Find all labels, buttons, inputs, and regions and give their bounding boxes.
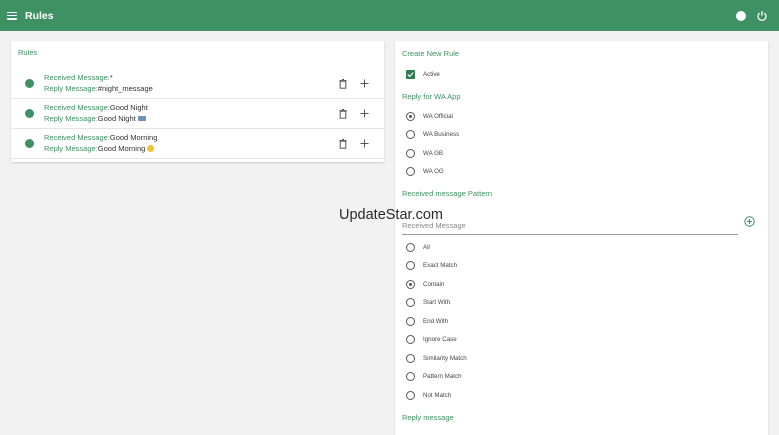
- radio-wa-official[interactable]: WA Official: [406, 111, 453, 122]
- radio-all[interactable]: All: [406, 242, 430, 253]
- radio-icon[interactable]: [406, 391, 415, 400]
- add-icon[interactable]: [360, 109, 369, 118]
- status-dot: [25, 139, 34, 148]
- radio-end-with[interactable]: End With: [406, 316, 448, 327]
- radio-label: Start With: [423, 299, 451, 306]
- add-icon[interactable]: [360, 79, 369, 88]
- reply-value: Good Morning: [97, 144, 146, 153]
- reply-value: #night_message: [97, 84, 153, 93]
- radio-icon[interactable]: [406, 243, 415, 252]
- power-icon[interactable]: [756, 10, 768, 22]
- radio-wa-og[interactable]: WA OG: [406, 166, 444, 177]
- sun-emoji-icon: [147, 145, 155, 152]
- add-circle-icon[interactable]: [744, 216, 755, 227]
- reply-value: Good Night: [97, 114, 136, 123]
- radio-label: All: [423, 244, 430, 251]
- received-label: Received Message:: [44, 103, 110, 112]
- radio-label: Contain: [423, 281, 445, 288]
- page-title: Rules: [25, 9, 54, 22]
- radio-label: Not Match: [423, 392, 452, 399]
- menu-icon[interactable]: [7, 11, 17, 20]
- reply-message-title: Reply message: [402, 413, 454, 422]
- watermark: UpdateStar.com: [339, 207, 443, 223]
- app-bar: Rules: [0, 0, 779, 31]
- trash-icon[interactable]: [339, 109, 347, 119]
- create-rule-title: Create New Rule: [402, 49, 460, 58]
- radio-contain[interactable]: Contain: [406, 279, 444, 290]
- trash-icon[interactable]: [339, 139, 347, 149]
- bed-emoji-icon: [137, 116, 146, 121]
- radio-wa-business[interactable]: WA Business: [406, 129, 459, 140]
- received-message-field[interactable]: [402, 215, 738, 235]
- radio-icon[interactable]: [406, 130, 415, 139]
- received-value: Good Night: [109, 103, 148, 112]
- radio-icon[interactable]: [406, 372, 415, 381]
- radio-label: WA OG: [423, 168, 444, 175]
- reply-label: Reply Message:: [44, 114, 98, 123]
- toggle-icon[interactable]: [736, 11, 746, 21]
- radio-label: WA GB: [423, 150, 444, 157]
- radio-icon[interactable]: [406, 167, 415, 176]
- radio-icon[interactable]: [406, 280, 415, 289]
- radio-similarity-match[interactable]: Similarity Match: [406, 353, 467, 364]
- radio-start-with[interactable]: Start With: [406, 297, 450, 308]
- status-dot: [25, 109, 34, 118]
- reply-label: Reply Message:: [44, 84, 98, 93]
- radio-label: Ignore Case: [423, 336, 457, 343]
- radio-not-match[interactable]: Not Match: [406, 390, 451, 401]
- received-message-input[interactable]: [402, 216, 738, 235]
- radio-label: Pattern Match: [423, 373, 462, 380]
- radio-label: WA Official: [423, 113, 453, 120]
- checkbox-icon[interactable]: [406, 70, 415, 79]
- radio-label: Similarity Match: [423, 355, 467, 362]
- radio-pattern-match[interactable]: Pattern Match: [406, 371, 462, 382]
- radio-icon[interactable]: [406, 149, 415, 158]
- rules-card: Rules Received Message:* Reply Message:#…: [11, 41, 384, 162]
- radio-icon[interactable]: [406, 261, 415, 270]
- reply-for-title: Reply for WA App: [402, 92, 461, 101]
- add-icon[interactable]: [360, 139, 369, 148]
- reply-label: Reply Message:: [44, 144, 98, 153]
- received-label: Received Message:: [44, 133, 110, 142]
- status-dot: [25, 79, 34, 88]
- radio-wa-gb[interactable]: WA GB: [406, 148, 443, 159]
- active-label: Active: [423, 71, 440, 78]
- active-checkbox[interactable]: Active: [406, 69, 440, 80]
- radio-icon[interactable]: [406, 354, 415, 363]
- radio-ignore-case[interactable]: Ignore Case: [406, 334, 457, 345]
- create-rule-card: Create New Rule Active Reply for WA App …: [395, 41, 768, 435]
- radio-label: WA Business: [423, 131, 460, 138]
- radio-exact-match[interactable]: Exact Match: [406, 260, 457, 271]
- rule-row[interactable]: Received Message:* Reply Message:#night_…: [11, 69, 384, 99]
- radio-icon[interactable]: [406, 298, 415, 307]
- trash-icon[interactable]: [339, 79, 347, 89]
- pattern-title: Received message Pattern: [402, 189, 493, 198]
- radio-icon[interactable]: [406, 112, 415, 121]
- rules-card-title: Rules: [18, 48, 38, 57]
- radio-label: End With: [423, 318, 449, 325]
- radio-label: Exact Match: [423, 262, 458, 269]
- received-value: Good Morning: [109, 133, 158, 142]
- radio-icon[interactable]: [406, 317, 415, 326]
- rule-row[interactable]: Received Message:Good Night Reply Messag…: [11, 99, 384, 129]
- radio-icon[interactable]: [406, 335, 415, 344]
- rule-row[interactable]: Received Message:Good Morning Reply Mess…: [11, 129, 384, 159]
- received-value: *: [109, 73, 113, 82]
- received-label: Received Message:: [44, 73, 110, 82]
